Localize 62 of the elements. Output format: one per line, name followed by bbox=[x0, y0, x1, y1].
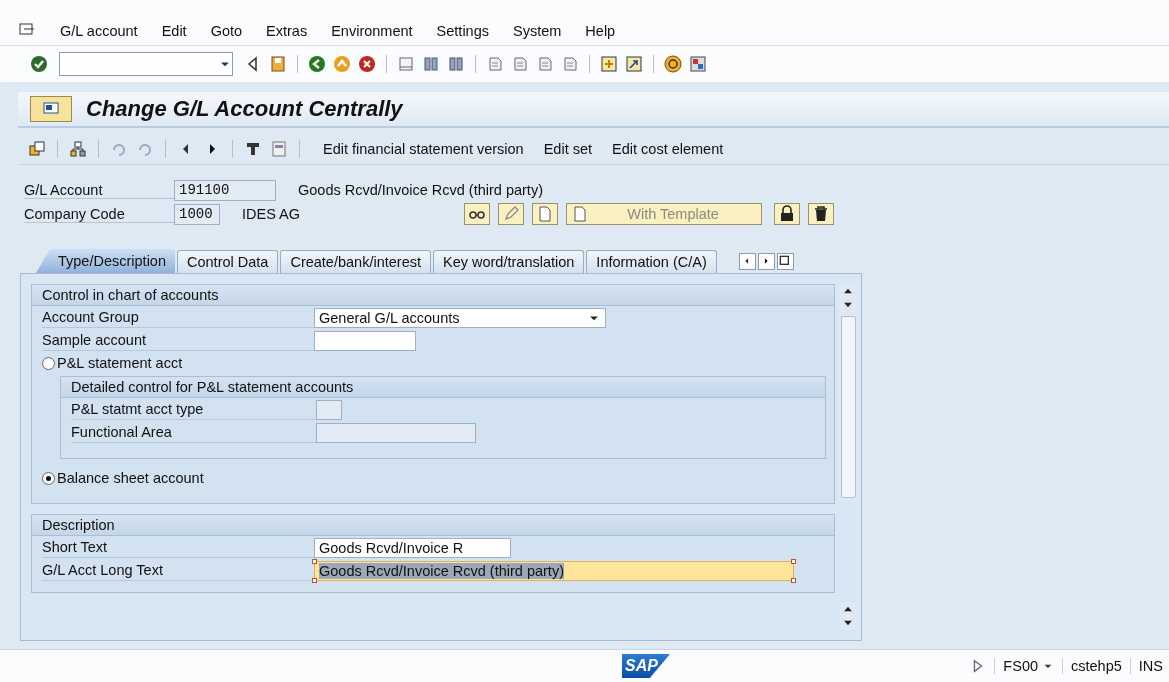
field-label: Short Text bbox=[42, 537, 314, 558]
logo: SAP bbox=[622, 654, 670, 678]
field-description: IDES AG bbox=[242, 206, 301, 222]
hierarchy-icon[interactable] bbox=[69, 140, 87, 158]
radio-option[interactable]: P&L statement acct bbox=[42, 352, 834, 374]
display-change-button[interactable] bbox=[464, 203, 491, 225]
input-field[interactable]: Goods Rcvd/Invoice R bbox=[314, 537, 511, 558]
radio-label: P&L statement acct bbox=[57, 355, 183, 371]
system-name: cstehp5 bbox=[1062, 658, 1122, 674]
save-icon[interactable] bbox=[269, 55, 287, 73]
transaction-code[interactable]: FS00 bbox=[994, 658, 1055, 674]
cancel-icon[interactable] bbox=[358, 55, 376, 73]
input-field[interactable]: Goods Rcvd/Invoice Rcvd (third party) bbox=[314, 560, 794, 581]
dropdown-field[interactable]: General G/L accounts bbox=[314, 307, 606, 328]
create-button[interactable] bbox=[532, 203, 559, 225]
tab[interactable]: Control Data bbox=[177, 250, 279, 273]
field-description: Goods Rcvd/Invoice Rcvd (third party) bbox=[298, 182, 543, 198]
scroll-left-button[interactable] bbox=[738, 252, 756, 270]
menu-item[interactable]: Edit bbox=[161, 23, 187, 39]
tab[interactable]: Information (C/A) bbox=[586, 250, 717, 273]
menu-item[interactable]: Goto bbox=[210, 23, 243, 39]
radio-button[interactable] bbox=[42, 356, 55, 370]
pencil-icon bbox=[502, 205, 521, 223]
tab[interactable]: Type/Description bbox=[36, 249, 175, 273]
toolbar-button[interactable]: Edit set bbox=[543, 141, 593, 157]
field-label: P&L statmt acct type bbox=[71, 399, 316, 420]
field-label: Account Group bbox=[42, 307, 314, 328]
shortcut-icon[interactable] bbox=[625, 55, 643, 73]
menu-button[interactable] bbox=[30, 96, 72, 122]
input-mode: INS bbox=[1129, 658, 1163, 674]
radio-option[interactable]: Balance sheet account bbox=[42, 467, 834, 489]
new-window-icon[interactable] bbox=[600, 55, 618, 73]
input-field[interactable]: 1000 bbox=[174, 203, 220, 225]
document-icon[interactable] bbox=[270, 140, 288, 158]
scrollbar[interactable] bbox=[839, 284, 857, 502]
command-field[interactable] bbox=[59, 52, 233, 76]
delete-button[interactable] bbox=[808, 203, 835, 225]
input-field[interactable]: 191100 bbox=[174, 179, 276, 201]
field-label: Sample account bbox=[42, 330, 314, 351]
toolbar-button[interactable]: Edit financial statement version bbox=[323, 141, 524, 157]
checkmark-icon[interactable] bbox=[30, 55, 48, 73]
toolbar-button[interactable]: Edit cost element bbox=[612, 141, 724, 157]
scrollbar[interactable] bbox=[839, 602, 857, 630]
edit-button[interactable] bbox=[498, 203, 525, 225]
menu-item[interactable]: Help bbox=[585, 23, 616, 39]
tab-list-button[interactable] bbox=[776, 252, 794, 270]
field-label: Functional Area bbox=[71, 422, 316, 443]
input-field[interactable] bbox=[316, 399, 342, 420]
menu-item[interactable]: G/L account bbox=[60, 23, 138, 39]
menu-item[interactable]: Extras bbox=[266, 23, 308, 39]
radio-label: Balance sheet account bbox=[57, 470, 204, 486]
lock-button[interactable] bbox=[774, 203, 801, 225]
radio-button[interactable] bbox=[42, 471, 55, 485]
menu-item[interactable]: System bbox=[513, 23, 562, 39]
window-title: Change G/L Account Centrally bbox=[86, 96, 403, 122]
input-field[interactable] bbox=[316, 422, 476, 443]
input-field[interactable] bbox=[314, 330, 416, 351]
menu-item[interactable]: Settings bbox=[436, 23, 489, 39]
tab[interactable]: Key word/translation bbox=[433, 250, 585, 273]
menu-item[interactable]: Environment bbox=[331, 23, 413, 39]
tab[interactable]: Create/bank/interest bbox=[280, 250, 431, 273]
copy-icon[interactable] bbox=[28, 140, 46, 158]
